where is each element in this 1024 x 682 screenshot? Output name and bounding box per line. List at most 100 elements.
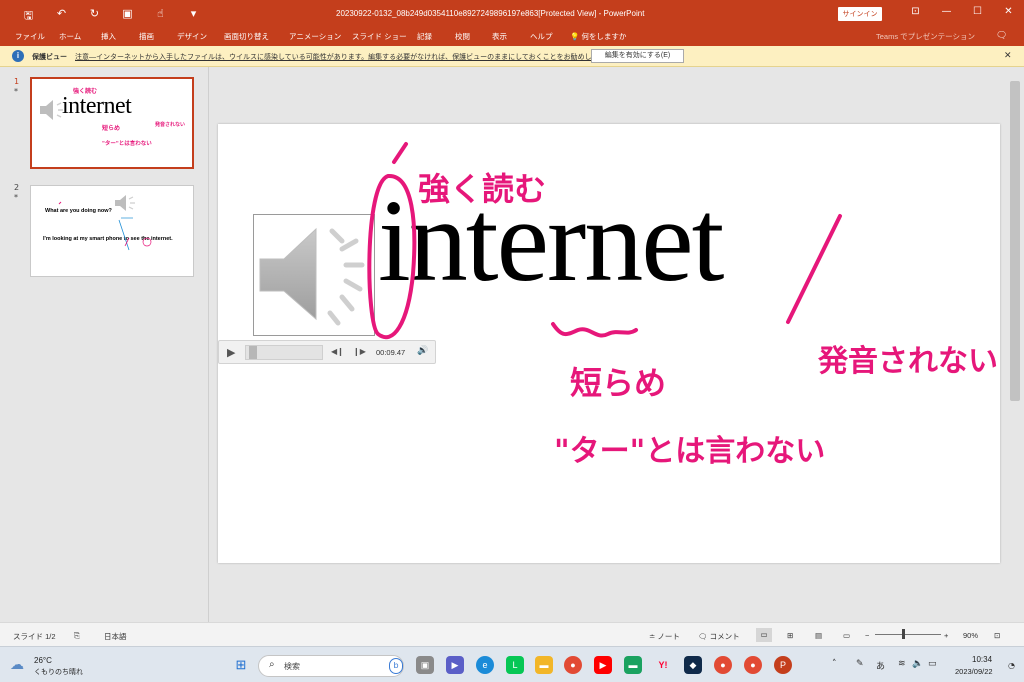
- touch-mode-icon[interactable]: ☝: [144, 7, 177, 26]
- battery-icon[interactable]: ▭: [928, 659, 937, 669]
- normal-view-icon[interactable]: ▭: [756, 628, 772, 642]
- maximize-icon[interactable]: ☐: [962, 6, 993, 17]
- present-from-start-icon[interactable]: ▣: [111, 7, 144, 26]
- skip-forward-icon[interactable]: ❙▶: [353, 347, 366, 356]
- zoom-slider[interactable]: [875, 634, 941, 635]
- thumb-ink-stress: 強く読む: [73, 88, 98, 95]
- enable-editing-button[interactable]: 編集を有効にする(E): [591, 49, 684, 63]
- tab-slideshow[interactable]: スライド ショー: [352, 31, 407, 42]
- undo-icon[interactable]: ↶: [45, 7, 78, 26]
- language-indicator[interactable]: 日本語: [104, 631, 127, 642]
- ribbon-display-options-icon[interactable]: ⊡: [900, 6, 931, 17]
- vertical-scrollbar[interactable]: [1006, 67, 1024, 622]
- tab-review[interactable]: 校閲: [455, 31, 470, 42]
- app-icon[interactable]: ◆: [684, 656, 702, 674]
- chevron-up-icon[interactable]: ˄: [832, 659, 837, 669]
- file-explorer-icon[interactable]: ▬: [535, 656, 553, 674]
- protected-view-bar: i 保護ビュー 注意—インターネットから入手したファイルは、ウイルスに感染してい…: [0, 46, 1024, 67]
- chrome-profile-icon[interactable]: ●: [714, 656, 732, 674]
- yahoo-icon[interactable]: Y!: [654, 656, 672, 674]
- edge-icon[interactable]: e: [476, 656, 494, 674]
- signin-button[interactable]: サインイン: [838, 7, 882, 21]
- volume-icon[interactable]: 🔈: [912, 659, 923, 669]
- close-icon[interactable]: ✕: [1004, 50, 1012, 61]
- window-title: 20230922-0132_08b249d0354110e89272498961…: [336, 9, 645, 18]
- ink-stress: 強く読む: [418, 170, 547, 208]
- tab-draw[interactable]: 描画: [139, 31, 154, 42]
- chrome-profile-2-icon[interactable]: ●: [744, 656, 762, 674]
- teams-chat-icon[interactable]: ▶: [446, 656, 464, 674]
- google-chat-icon[interactable]: ▬: [624, 656, 642, 674]
- zoom-level[interactable]: 90%: [963, 631, 978, 640]
- notes-label: ノート: [657, 632, 680, 641]
- taskbar-search[interactable]: ⌕ 検索 b: [258, 655, 404, 677]
- youtube-icon[interactable]: ▶: [594, 656, 612, 674]
- tab-transitions[interactable]: 画面切り替え: [224, 31, 269, 42]
- weather-temperature[interactable]: 26°C: [34, 656, 52, 665]
- line-icon[interactable]: L: [506, 656, 524, 674]
- search-icon: ⌕: [269, 659, 275, 670]
- weather-description[interactable]: くもりのち晴れ: [34, 667, 83, 677]
- volume-icon[interactable]: 🔊: [417, 346, 428, 356]
- chrome-icon[interactable]: ●: [564, 656, 582, 674]
- tab-insert[interactable]: 挿入: [101, 31, 116, 42]
- ime-indicator[interactable]: あ: [876, 659, 885, 672]
- slide-number: 1: [14, 77, 20, 86]
- start-icon[interactable]: ⊞: [232, 656, 250, 674]
- tab-animations[interactable]: アニメーション: [289, 31, 341, 42]
- slide-sorter-icon[interactable]: ⊞: [787, 631, 793, 640]
- close-icon[interactable]: ✕: [993, 6, 1024, 17]
- audio-progress-thumb[interactable]: [249, 346, 257, 359]
- comments-button[interactable]: 🗨 コメント: [698, 631, 740, 642]
- powerpoint-icon[interactable]: P: [774, 656, 792, 674]
- slideshow-icon[interactable]: ▭: [843, 631, 850, 640]
- pen-icon[interactable]: ✎: [856, 659, 864, 669]
- redo-icon[interactable]: ↻: [78, 7, 111, 26]
- zoom-out-icon[interactable]: −: [865, 631, 869, 640]
- slide-thumbnail-1[interactable]: internet 強く読む 短らめ 発音されない "ター"とは言わない: [30, 77, 194, 169]
- clock-time[interactable]: 10:34: [972, 655, 992, 664]
- zoom-slider-thumb[interactable]: [902, 629, 905, 639]
- tell-me-search[interactable]: 💡 何をしますか: [570, 31, 626, 42]
- tab-design[interactable]: デザイン: [177, 31, 207, 42]
- scrollbar-thumb[interactable]: [1010, 81, 1020, 401]
- minimize-icon[interactable]: —: [931, 6, 962, 17]
- ink-not-ta: "ター"とは言わない: [554, 434, 826, 469]
- tab-home[interactable]: ホーム: [59, 31, 81, 42]
- comments-label: コメント: [709, 632, 740, 641]
- skip-back-icon[interactable]: ◀❙: [331, 347, 344, 356]
- tab-file[interactable]: ファイル: [15, 31, 45, 42]
- save-icon[interactable]: 🖫: [12, 7, 45, 26]
- tab-view[interactable]: 表示: [492, 31, 507, 42]
- audio-time: 00:09.47: [376, 348, 406, 357]
- ink-short: 短らめ: [570, 364, 667, 402]
- slide-counter: スライド 1/2: [13, 632, 56, 641]
- thumb-ink-short: 短らめ: [102, 125, 121, 132]
- slide-number: 2: [14, 183, 20, 192]
- thumb-word: internet: [62, 93, 132, 119]
- title-bar: 🖫 ↶ ↻ ▣ ☝ ▾ 20230922-0132_08b249d0354110…: [0, 0, 1024, 28]
- task-view-icon[interactable]: ▣: [416, 656, 434, 674]
- teams-present-button[interactable]: Teams でプレゼンテーション: [876, 31, 975, 42]
- accessibility-icon[interactable]: ⎘: [74, 631, 80, 641]
- slide-thumbnail-2[interactable]: What are you doing now? I'm looking at m…: [30, 185, 194, 277]
- comment-icon: 🗨: [698, 632, 710, 641]
- tab-help[interactable]: ヘルプ: [530, 31, 553, 42]
- customize-qat-icon[interactable]: ▾: [177, 7, 210, 26]
- thumb-ink-silent: 発音されない: [155, 122, 186, 128]
- play-icon[interactable]: ▶: [227, 346, 235, 359]
- tab-record[interactable]: 記録: [417, 31, 432, 42]
- thumb-ink-marks: [58, 201, 152, 251]
- audio-progress-track[interactable]: [245, 345, 323, 360]
- comments-icon[interactable]: 🗨: [996, 30, 1007, 41]
- pane-divider[interactable]: [208, 67, 209, 622]
- clock-date[interactable]: 2023/09/22: [955, 667, 993, 676]
- protected-view-message[interactable]: 注意—インターネットから入手したファイルは、ウイルスに感染している可能性がありま…: [75, 52, 612, 62]
- fit-to-window-icon[interactable]: ⊡: [994, 631, 1000, 640]
- ribbon-tabs: ファイル ホーム 挿入 描画 デザイン 画面切り替え アニメーション スライド …: [0, 28, 1024, 46]
- reading-view-icon[interactable]: ▤: [815, 631, 822, 640]
- wifi-icon[interactable]: ≋: [898, 659, 906, 669]
- zoom-in-icon[interactable]: +: [944, 631, 948, 640]
- notifications-icon[interactable]: ◔: [1008, 661, 1015, 670]
- notes-button[interactable]: ≐ ノート: [649, 631, 680, 642]
